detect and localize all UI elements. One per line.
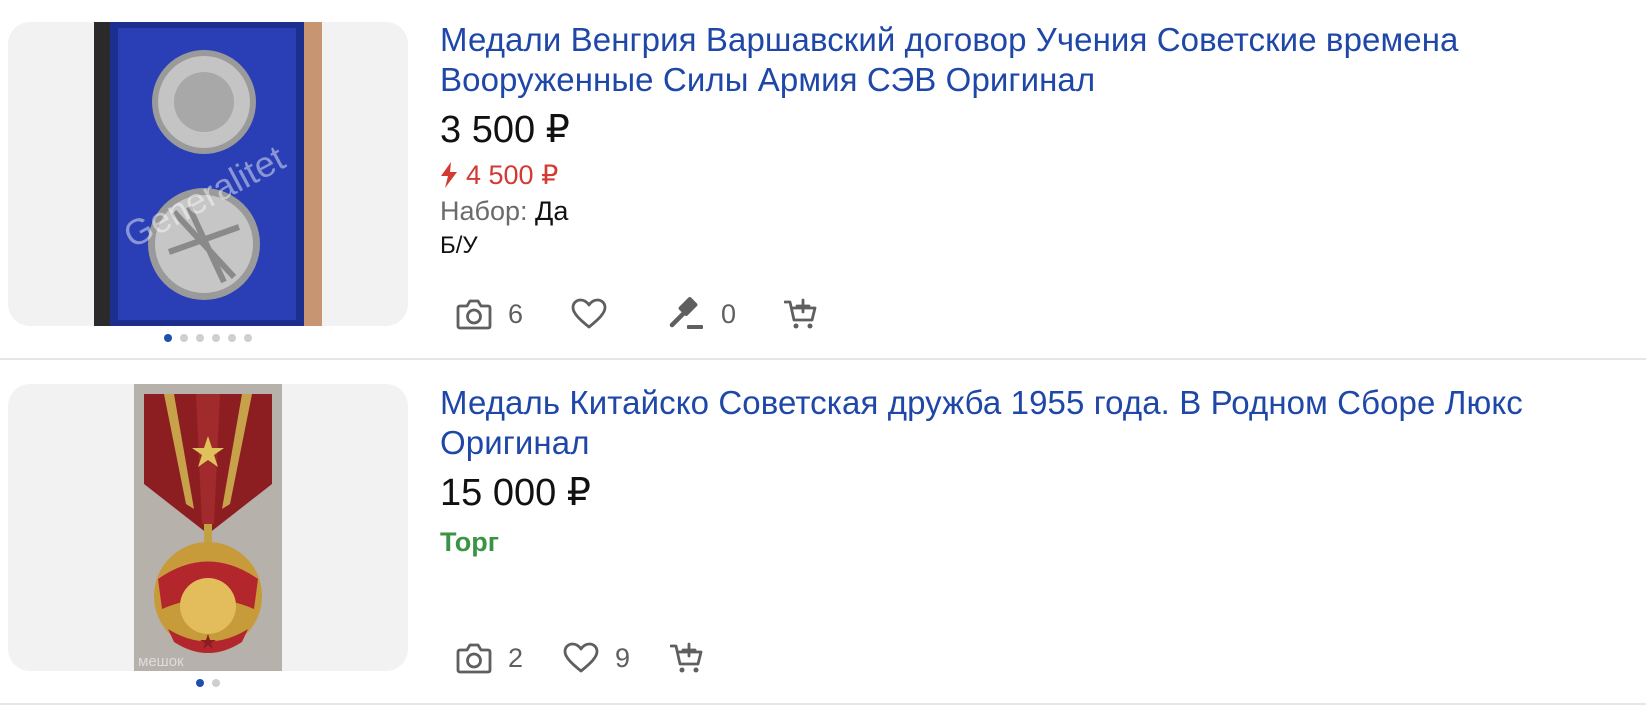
gallery-dot[interactable] bbox=[196, 334, 204, 342]
listing-info: Медали Венгрия Варшавский договор Учения… bbox=[440, 20, 1632, 262]
gallery-dot[interactable] bbox=[244, 334, 252, 342]
add-to-cart-icon bbox=[670, 642, 703, 673]
listing-actions: 6 0 bbox=[456, 290, 818, 338]
listing-title-link[interactable]: Медаль Китайско Советская дружба 1955 го… bbox=[440, 383, 1632, 463]
condition-label: Б/У bbox=[440, 232, 478, 259]
favorite-button[interactable]: 9 bbox=[563, 634, 630, 682]
add-to-cart-button[interactable] bbox=[784, 290, 818, 338]
listing-divider bbox=[0, 703, 1646, 705]
gallery-pagination bbox=[196, 679, 220, 687]
add-to-cart-button[interactable] bbox=[670, 634, 704, 682]
listing-card[interactable]: Generalitet Медали Венгрия Варшавский до… bbox=[0, 0, 1646, 360]
listing-price: 15 000 ₽ bbox=[440, 472, 591, 514]
camera-icon bbox=[456, 643, 492, 674]
photos-button[interactable]: 2 bbox=[456, 634, 523, 682]
listing-title-link[interactable]: Медали Венгрия Варшавский договор Учения… bbox=[440, 20, 1632, 100]
medal-photo: мешок bbox=[134, 384, 282, 671]
bid-count: 0 bbox=[721, 298, 737, 329]
gallery-dot[interactable] bbox=[228, 334, 236, 342]
old-price: 4 500 ₽ bbox=[440, 158, 1632, 192]
add-to-cart-icon bbox=[784, 298, 817, 329]
attribute-value: Да bbox=[535, 196, 569, 226]
favorite-button[interactable] bbox=[571, 290, 607, 338]
gallery-dot[interactable] bbox=[212, 334, 220, 342]
gallery-dot[interactable] bbox=[212, 679, 220, 687]
listing-info: Медаль Китайско Советская дружба 1955 го… bbox=[440, 383, 1632, 561]
bargain-badge: Торг bbox=[440, 527, 500, 557]
gallery-dot[interactable] bbox=[196, 679, 204, 687]
photo-count: 6 bbox=[508, 298, 524, 329]
favorite-count: 9 bbox=[615, 642, 631, 673]
gallery-dot[interactable] bbox=[164, 334, 172, 342]
heart-icon bbox=[563, 642, 599, 673]
gallery-dot[interactable] bbox=[180, 334, 188, 342]
lightning-icon bbox=[441, 162, 457, 188]
listing-photo-box[interactable]: Generalitet bbox=[8, 22, 408, 326]
gavel-icon bbox=[669, 297, 704, 329]
listing-actions: 2 9 bbox=[456, 634, 704, 682]
bids-button[interactable]: 0 bbox=[669, 290, 736, 338]
attribute-name: Набор: bbox=[440, 196, 528, 226]
listing-card[interactable]: мешок Медаль Китайско Советская дружба 1… bbox=[0, 361, 1646, 704]
old-price-value: 4 500 ₽ bbox=[466, 160, 559, 190]
listing-divider bbox=[0, 358, 1646, 360]
medal-set-photo: Generalitet bbox=[94, 22, 322, 326]
listing-attribute: Набор: Да bbox=[440, 194, 1632, 228]
photos-button[interactable]: 6 bbox=[456, 290, 523, 338]
listing-price: 3 500 ₽ bbox=[440, 109, 570, 151]
gallery-pagination bbox=[164, 334, 252, 342]
heart-icon bbox=[571, 298, 607, 329]
photo-count: 2 bbox=[508, 642, 524, 673]
camera-icon bbox=[456, 299, 492, 330]
photo-watermark: мешок bbox=[138, 653, 184, 670]
listing-photo-box[interactable]: мешок bbox=[8, 384, 408, 671]
